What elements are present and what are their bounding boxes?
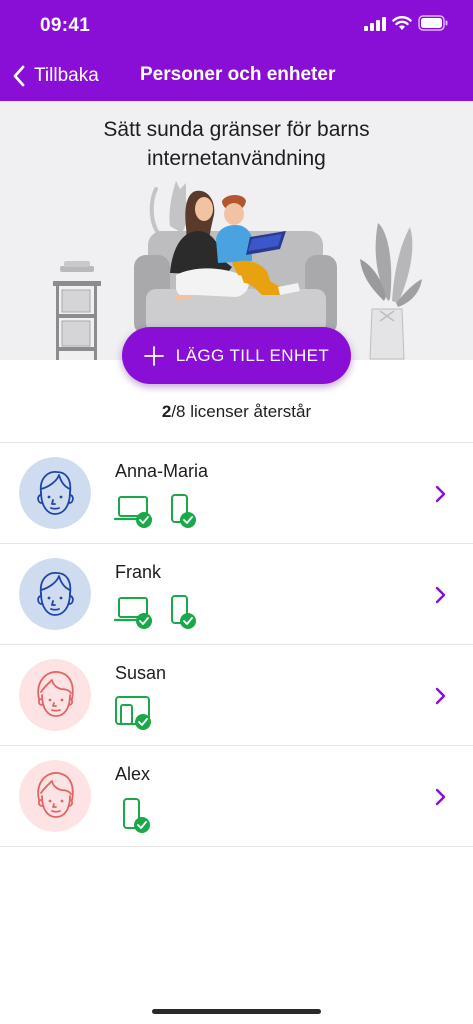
hero-banner: Sätt sunda gränser för barns internetanv… bbox=[0, 101, 473, 360]
licenses-text: /8 licenser återstår bbox=[171, 402, 312, 421]
person-row-alex[interactable]: Alex bbox=[0, 746, 473, 847]
add-device-button[interactable]: LÄGG TILL ENHET bbox=[122, 327, 351, 384]
nav-bar: Tillbaka Personer och enheter bbox=[0, 50, 473, 101]
phone-icon bbox=[123, 798, 150, 833]
avatar bbox=[19, 457, 91, 529]
person-name: Anna-Maria bbox=[115, 461, 209, 481]
chevron-left-icon bbox=[13, 65, 25, 87]
person-name: Susan bbox=[115, 663, 167, 683]
laptop-icon bbox=[114, 496, 153, 528]
phone-icon bbox=[171, 595, 196, 629]
chevron-right-icon bbox=[435, 485, 446, 503]
boy-face-icon bbox=[19, 457, 91, 529]
device-icons bbox=[115, 696, 151, 730]
home-indicator bbox=[152, 1009, 321, 1014]
person-name: Frank bbox=[115, 562, 162, 582]
signal-icon bbox=[364, 17, 386, 31]
person-row-susan[interactable]: Susan bbox=[0, 645, 473, 746]
plus-icon bbox=[143, 345, 164, 366]
tablet-icon bbox=[115, 696, 151, 730]
licenses-remaining: 2/8 licenser återstår bbox=[0, 402, 473, 422]
device-icons bbox=[123, 798, 150, 833]
cat-illustration bbox=[149, 181, 188, 235]
phone-icon bbox=[171, 494, 196, 528]
hero-title: Sätt sunda gränser för barns internetanv… bbox=[103, 118, 370, 170]
add-device-label: LÄGG TILL ENHET bbox=[175, 345, 330, 365]
person-name: Alex bbox=[115, 764, 151, 784]
chevron-right-icon bbox=[435, 586, 446, 604]
device-icons bbox=[114, 595, 196, 629]
battery-icon bbox=[418, 15, 448, 31]
page-title: Personer och enheter bbox=[140, 64, 336, 85]
people-list: Anna-Maria Frank Susan Alex bbox=[0, 443, 473, 847]
chevron-right-icon bbox=[435, 687, 446, 705]
avatar bbox=[19, 659, 91, 731]
girl-face-icon bbox=[19, 760, 91, 832]
plant-illustration bbox=[360, 223, 422, 360]
back-label: Tillbaka bbox=[34, 65, 99, 86]
person-row-frank[interactable]: Frank bbox=[0, 544, 473, 645]
wifi-icon bbox=[392, 16, 412, 30]
licenses-count: 2 bbox=[161, 402, 172, 421]
person-row-anna-maria[interactable]: Anna-Maria bbox=[0, 443, 473, 544]
laptop-icon bbox=[114, 597, 153, 629]
status-bar: 09:41 bbox=[0, 0, 473, 50]
shelf-illustration bbox=[53, 261, 101, 360]
girl-face-icon bbox=[19, 659, 91, 731]
avatar bbox=[19, 558, 91, 630]
avatar bbox=[19, 760, 91, 832]
chevron-right-icon bbox=[435, 788, 446, 806]
status-time: 09:41 bbox=[40, 15, 91, 36]
device-icons bbox=[114, 494, 196, 528]
back-button[interactable]: Tillbaka bbox=[12, 62, 99, 90]
boy-face-icon bbox=[19, 558, 91, 630]
